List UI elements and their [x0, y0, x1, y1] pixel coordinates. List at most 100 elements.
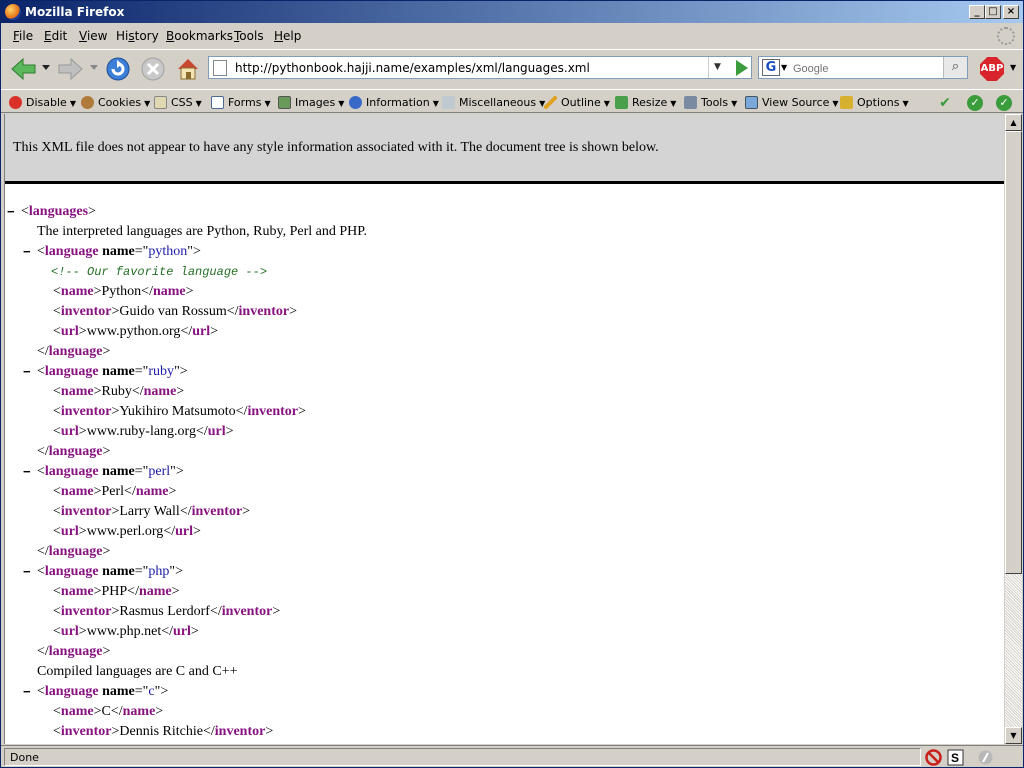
- options-key-icon: [840, 96, 853, 109]
- xml-tag-name: inventor: [60, 404, 112, 419]
- search-engine-icon[interactable]: G: [762, 59, 780, 76]
- xml-attr-value: ruby: [148, 364, 175, 379]
- home-icon[interactable]: [175, 56, 201, 82]
- xml-line: <name>C</name>: [53, 704, 164, 719]
- xml-tag-name: inventor: [247, 404, 299, 419]
- accessibility-check-icon[interactable]: ✓: [996, 95, 1012, 111]
- xml-tag-name: name: [143, 384, 177, 399]
- xml-tag-name: inventor: [60, 304, 112, 319]
- xml-text: PHP: [101, 584, 128, 599]
- devbar-miscellaneous[interactable]: Miscellaneous ▼: [442, 96, 545, 109]
- xml-text: Larry Wall: [119, 504, 180, 519]
- xml-line: <name>Ruby</name>: [53, 384, 185, 399]
- scroll-thumb[interactable]: [1005, 131, 1022, 574]
- collapse-toggle[interactable]: −: [23, 462, 31, 482]
- scroll-up-button[interactable]: ▲: [1005, 114, 1022, 131]
- xml-tag-name: language: [48, 344, 103, 359]
- devbar-outline[interactable]: Outline ▼: [544, 96, 610, 109]
- adblock-dropdown-icon[interactable]: ▼: [1010, 63, 1016, 72]
- forward-arrow-icon[interactable]: [57, 56, 85, 82]
- scroll-track[interactable]: [1005, 574, 1022, 727]
- miscellaneous-icon: [442, 96, 455, 109]
- menu-edit[interactable]: Edit: [44, 29, 67, 43]
- css-valid-check-icon[interactable]: ✔: [937, 95, 953, 111]
- collapse-toggle[interactable]: −: [23, 562, 31, 582]
- go-arrow-icon[interactable]: [736, 60, 748, 76]
- xml-tag-name: language: [44, 564, 99, 579]
- forward-history-dropdown-icon[interactable]: [89, 64, 99, 72]
- xml-tag-name: language: [44, 684, 99, 699]
- reload-icon[interactable]: [105, 56, 131, 82]
- xml-line: <languages>: [21, 204, 96, 219]
- css-icon: [154, 96, 167, 109]
- search-magnifier-icon[interactable]: ⌕: [943, 57, 967, 78]
- devbar-resize[interactable]: Resize ▼: [615, 96, 676, 109]
- menu-bookmarks[interactable]: Bookmarks: [166, 29, 233, 43]
- back-arrow-icon[interactable]: [9, 56, 37, 82]
- xml-tag-name: url: [192, 324, 211, 339]
- minimize-button[interactable]: _: [969, 5, 985, 19]
- xml-tag-name: name: [138, 584, 172, 599]
- xml-line: </language>: [37, 644, 111, 659]
- maximize-button[interactable]: □: [985, 5, 1001, 19]
- back-history-dropdown-icon[interactable]: [41, 64, 51, 72]
- search-input[interactable]: [793, 62, 943, 76]
- menu-history[interactable]: History: [116, 29, 159, 43]
- svg-text:S: S: [951, 751, 959, 765]
- devbar-information[interactable]: Information ▼: [349, 96, 439, 109]
- xml-text: www.perl.org: [86, 524, 164, 539]
- xml-tag-name: language: [48, 544, 103, 559]
- xml-line: <name>Python</name>: [53, 284, 194, 299]
- close-button[interactable]: ×: [1003, 5, 1019, 19]
- disabled-status-icon[interactable]: [977, 749, 994, 766]
- status-bar: Done S: [1, 745, 1023, 767]
- xml-line: <url>www.perl.org</url>: [53, 524, 201, 539]
- menu-file[interactable]: File: [13, 29, 33, 43]
- devbar-images[interactable]: Images ▼: [278, 96, 344, 109]
- devbar-disable[interactable]: Disable ▼: [9, 96, 76, 109]
- collapse-toggle[interactable]: −: [23, 242, 31, 262]
- xml-line: </language>: [37, 544, 111, 559]
- xml-tag-name: inventor: [60, 724, 112, 739]
- devbar-cookies[interactable]: Cookies ▼: [81, 96, 150, 109]
- xml-text: www.ruby-lang.org: [86, 424, 196, 439]
- devbar-tools[interactable]: Tools ▼: [684, 96, 737, 109]
- collapse-toggle[interactable]: −: [23, 362, 31, 382]
- xml-text: www.php.net: [86, 624, 162, 639]
- collapse-toggle[interactable]: −: [23, 682, 31, 702]
- menu-help[interactable]: Help: [274, 29, 301, 43]
- page-icon: [213, 60, 227, 76]
- menu-bar: File Edit View History Bookmarks Tools H…: [1, 24, 1023, 48]
- xml-attr-name: name: [102, 364, 135, 379]
- stop-icon[interactable]: [140, 56, 166, 82]
- s-status-icon[interactable]: S: [947, 749, 964, 766]
- xml-tag-name: inventor: [191, 504, 243, 519]
- scroll-down-button[interactable]: ▼: [1005, 727, 1022, 744]
- menu-tools[interactable]: Tools: [234, 29, 264, 43]
- devbar-view-source[interactable]: View Source ▼: [745, 96, 839, 109]
- xml-line: <language name="python">: [37, 244, 201, 259]
- url-text[interactable]: http://pythonbook.hajji.name/examples/xm…: [235, 61, 590, 75]
- xml-attr-value: python: [148, 244, 188, 259]
- devbar-forms[interactable]: Forms ▼: [211, 96, 271, 109]
- xml-tag-name: language: [44, 464, 99, 479]
- xml-line: <url>www.ruby-lang.org</url>: [53, 424, 234, 439]
- address-bar[interactable]: http://pythonbook.hajji.name/examples/xm…: [208, 56, 752, 79]
- xml-line: <url>www.php.net</url>: [53, 624, 199, 639]
- devbar-options[interactable]: Options ▼: [840, 96, 909, 109]
- xml-tag-name: languages: [28, 204, 89, 219]
- tools-wrench-icon: [684, 96, 697, 109]
- xml-tag-name: language: [48, 644, 103, 659]
- xml-line: <name>Perl</name>: [53, 484, 177, 499]
- resize-icon: [615, 96, 628, 109]
- html-valid-check-icon[interactable]: ✓: [967, 95, 983, 111]
- collapse-toggle[interactable]: −: [7, 202, 15, 222]
- menu-view[interactable]: View: [79, 29, 107, 43]
- vertical-scrollbar[interactable]: ▲ ▼: [1005, 114, 1022, 744]
- search-engine-dropdown-icon[interactable]: ▼: [781, 63, 787, 72]
- devbar-css[interactable]: CSS ▼: [154, 96, 202, 109]
- block-status-icon[interactable]: [925, 749, 942, 766]
- url-dropdown-icon[interactable]: ▼: [708, 57, 726, 78]
- status-text: Done: [4, 748, 921, 766]
- window-title: Mozilla Firefox: [25, 5, 125, 19]
